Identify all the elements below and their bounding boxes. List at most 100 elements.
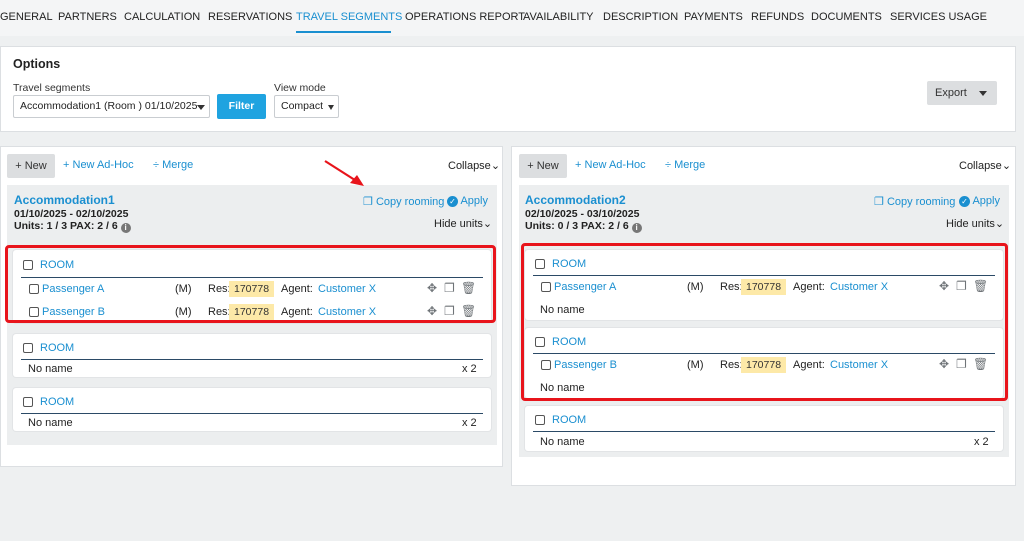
room-label[interactable]: ROOM <box>40 396 74 408</box>
chevron-down-icon: ⌄ <box>994 218 1005 230</box>
chevron-down-icon <box>979 91 987 96</box>
tab-partners[interactable]: PARTNERS <box>58 11 117 23</box>
filter-button[interactable]: Filter <box>217 94 266 119</box>
new-adhoc-label: New Ad-Hoc <box>584 159 646 171</box>
tab-refunds[interactable]: REFUNDS <box>751 11 804 23</box>
apply-button[interactable]: ✓ Apply <box>447 195 488 207</box>
divider <box>21 413 483 414</box>
merge-button[interactable]: ÷ Merge <box>153 159 193 171</box>
merge-icon: ÷ <box>665 159 672 171</box>
tab-availability[interactable]: AVAILABILITY <box>523 11 594 23</box>
check-circle-icon: ✓ <box>447 196 458 207</box>
tab-calculation[interactable]: CALCULATION <box>124 11 200 23</box>
tab-operations-report[interactable]: OPERATIONS REPORT <box>405 11 525 23</box>
plus-icon: + <box>15 160 22 172</box>
hide-units-toggle[interactable]: Hide units⌄ <box>434 217 492 230</box>
chevron-down-icon: ⌄ <box>1001 160 1012 172</box>
collapse-label: Collapse <box>448 160 491 172</box>
no-name-text: No name <box>540 436 585 448</box>
view-mode-select[interactable]: Compact <box>274 95 339 118</box>
units-text: Units: 0 / 3 PAX: 2 / 6 <box>525 220 629 232</box>
plus-icon: + <box>575 159 582 171</box>
copy-rooming-label: Copy rooming <box>886 196 956 208</box>
divider <box>21 359 483 360</box>
view-mode-value: Compact <box>281 100 324 112</box>
hide-units-label: Hide units <box>946 218 995 230</box>
accommodation-name[interactable]: Accommodation2 <box>525 193 626 207</box>
room-checkbox[interactable] <box>23 343 33 353</box>
tab-documents[interactable]: DOCUMENTS <box>811 11 882 23</box>
room-count: x 2 <box>462 417 477 429</box>
chevron-down-icon <box>328 105 334 110</box>
travel-segments-value: Accommodation1 (Room ) 01/10/2025 <box>20 100 198 112</box>
plus-icon: + <box>63 159 70 171</box>
accommodation-units: Units: 1 / 3 PAX: 2 / 6 i <box>14 220 131 233</box>
chevron-down-icon: ⌄ <box>490 160 501 172</box>
apply-button[interactable]: ✓ Apply <box>959 195 1000 207</box>
room-card: ROOM No name x 2 <box>13 388 491 431</box>
accommodation-name[interactable]: Accommodation1 <box>14 193 115 207</box>
check-circle-icon: ✓ <box>959 196 970 207</box>
accommodation-dates: 01/10/2025 - 02/10/2025 <box>14 208 129 220</box>
export-label: Export <box>935 87 967 99</box>
plus-icon: + <box>527 160 534 172</box>
divider <box>533 431 995 432</box>
merge-button[interactable]: ÷ Merge <box>665 159 705 171</box>
no-name-text: No name <box>28 363 73 375</box>
copy-icon: ❐ <box>874 196 884 208</box>
travel-segments-label: Travel segments <box>13 82 91 94</box>
hide-units-toggle[interactable]: Hide units⌄ <box>946 217 1004 230</box>
room-card: ROOM No name x 2 <box>525 406 1003 451</box>
view-mode-label: View mode <box>274 82 326 94</box>
new-adhoc-button[interactable]: + New Ad-Hoc <box>575 159 646 171</box>
room-checkbox[interactable] <box>23 397 33 407</box>
highlight-box-left <box>5 245 496 323</box>
apply-label: Apply <box>972 195 1000 207</box>
red-arrow-icon <box>324 160 364 186</box>
travel-segments-select[interactable]: Accommodation1 (Room ) 01/10/2025 <box>13 95 210 118</box>
hide-units-label: Hide units <box>434 218 483 230</box>
copy-rooming-label: Copy rooming <box>375 196 445 208</box>
room-count: x 2 <box>462 363 477 375</box>
tab-reservations[interactable]: RESERVATIONS <box>208 11 292 23</box>
new-button[interactable]: + New <box>519 154 567 178</box>
units-text: Units: 1 / 3 PAX: 2 / 6 <box>14 220 118 232</box>
accommodation-dates: 02/10/2025 - 03/10/2025 <box>525 208 640 220</box>
collapse-label: Collapse <box>959 160 1002 172</box>
options-panel: Options Travel segments Accommodation1 (… <box>0 46 1016 132</box>
tab-travel-segments[interactable]: TRAVEL SEGMENTS <box>296 11 402 23</box>
copy-rooming-button[interactable]: ❐ Copy rooming <box>874 195 955 208</box>
room-count: x 2 <box>974 436 989 448</box>
accommodation-units: Units: 0 / 3 PAX: 2 / 6 i <box>525 220 642 233</box>
copy-rooming-button[interactable]: ❐ Copy rooming <box>363 195 444 208</box>
room-card: ROOM No name x 2 <box>13 334 491 377</box>
room-checkbox[interactable] <box>535 415 545 425</box>
chevron-down-icon: ⌄ <box>482 218 493 230</box>
merge-label: Merge <box>162 159 194 171</box>
merge-icon: ÷ <box>153 159 160 171</box>
new-label: New <box>536 160 559 172</box>
room-label[interactable]: ROOM <box>552 414 586 426</box>
copy-icon: ❐ <box>363 196 373 208</box>
tab-general[interactable]: GENERAL <box>0 11 53 23</box>
new-label: New <box>24 160 47 172</box>
merge-label: Merge <box>674 159 706 171</box>
active-tab-indicator <box>296 31 391 33</box>
top-tabs: GENERAL PARTNERS CALCULATION RESERVATION… <box>0 0 1024 36</box>
collapse-toggle[interactable]: Collapse⌄ <box>448 159 500 172</box>
tab-services-usage[interactable]: SERVICES USAGE <box>890 11 987 23</box>
new-adhoc-label: New Ad-Hoc <box>72 159 134 171</box>
no-name-text: No name <box>28 417 73 429</box>
tab-payments[interactable]: PAYMENTS <box>684 11 743 23</box>
new-button[interactable]: + New <box>7 154 55 178</box>
tab-description[interactable]: DESCRIPTION <box>603 11 678 23</box>
chevron-down-icon <box>197 105 205 110</box>
new-adhoc-button[interactable]: + New Ad-Hoc <box>63 159 134 171</box>
collapse-toggle[interactable]: Collapse⌄ <box>959 159 1011 172</box>
info-icon: i <box>631 223 642 233</box>
info-icon: i <box>120 223 131 233</box>
room-label[interactable]: ROOM <box>40 342 74 354</box>
apply-label: Apply <box>460 195 488 207</box>
options-title: Options <box>13 57 61 71</box>
export-button[interactable]: Export <box>927 81 997 105</box>
